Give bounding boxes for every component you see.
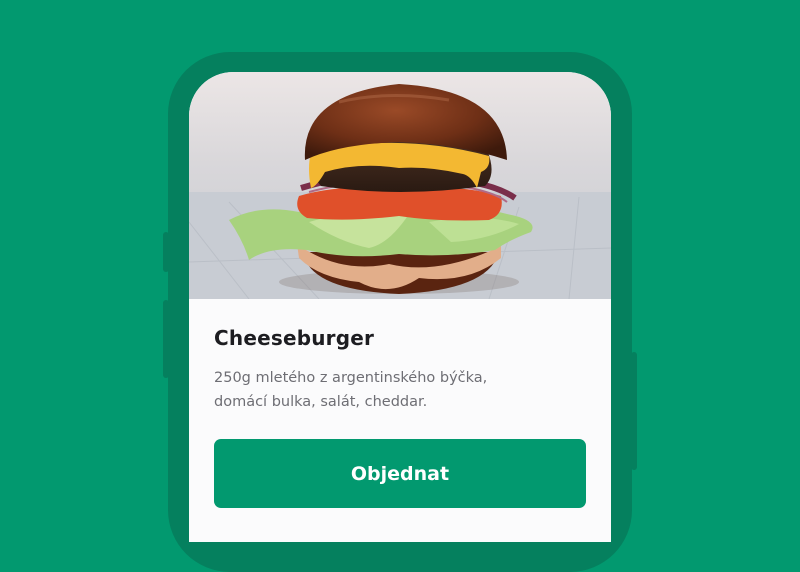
product-description: 250g mletého z argentinského býčka, domá… [214, 370, 488, 410]
phone-side-button [631, 352, 637, 470]
phone-screen: Cheeseburger 250g mletého z argentinskéh… [189, 72, 611, 542]
phone-side-button [163, 232, 169, 272]
order-button[interactable]: Objednat [214, 439, 586, 508]
phone-side-button [163, 300, 169, 378]
cheeseburger-photo [189, 72, 611, 299]
product-title: Cheeseburger [214, 326, 375, 350]
